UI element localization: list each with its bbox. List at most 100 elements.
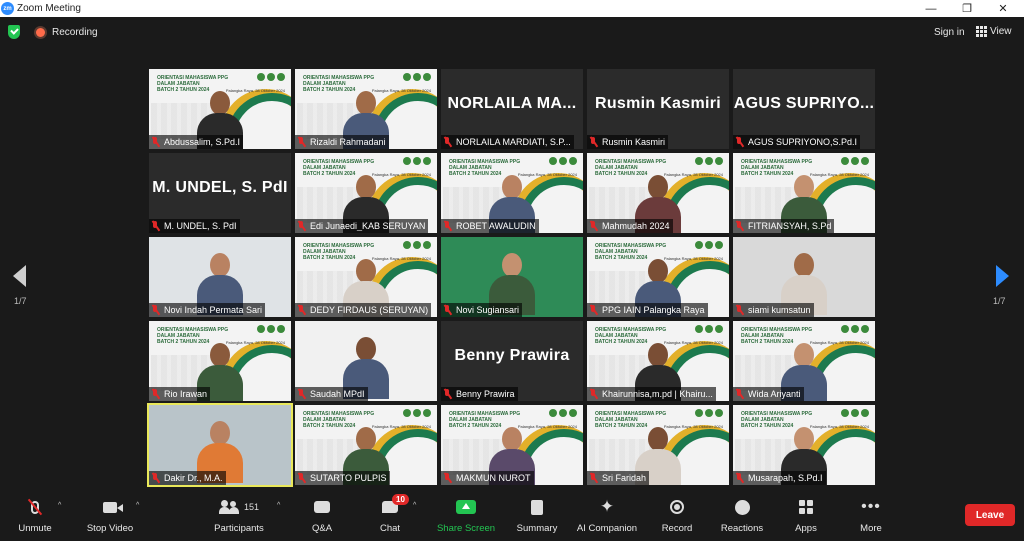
mic-muted-icon [735,473,744,483]
participant-tile[interactable]: ORIENTASI MAHASISWA PPG DALAM JABATAN BAT… [295,153,437,233]
participant-name-bar: Edi Junaedi_KAB SERUYAN [295,219,429,233]
unmute-button[interactable]: Unmute [10,498,60,534]
close-window-button[interactable]: ✕ [986,0,1020,17]
participant-tile[interactable]: ORIENTASI MAHASISWA PPG DALAM JABATAN BAT… [587,237,729,317]
sign-in-button[interactable]: Sign in [934,27,965,38]
record-icon [670,500,684,514]
participant-tile[interactable]: M. UNDEL, S. PdI M. UNDEL, S. PdI [149,153,291,233]
participant-tile[interactable]: ORIENTASI MAHASISWA PPG DALAM JABATAN BAT… [295,405,437,485]
banner-logos [549,157,577,165]
banner-logos [841,325,869,333]
share-screen-button[interactable]: Share Screen [432,498,500,534]
more-button[interactable]: ••• More [852,498,890,535]
participant-name: Saudah MPdI [310,389,365,399]
next-page-arrow-icon[interactable] [996,265,1009,287]
participant-tile[interactable]: ORIENTASI MAHASISWA PPG DALAM JABATAN BAT… [149,69,291,149]
participant-name: SUTARTO PULPIS [310,473,387,483]
participant-name: Mahmudah 2024 [602,221,670,231]
chat-options-caret-icon[interactable]: ^ [413,502,416,509]
mic-muted-icon [151,473,160,483]
ai-companion-button[interactable]: ✦ AI Companion [572,497,642,535]
encryption-shield-icon[interactable] [8,25,20,39]
minimize-button[interactable]: — [914,0,948,17]
mic-muted-icon [443,473,452,483]
video-options-caret-icon[interactable]: ^ [136,502,139,509]
qa-button[interactable]: Q&A [304,498,340,534]
summary-button[interactable]: Summary [512,498,562,534]
participant-tile[interactable]: ORIENTASI MAHASISWA PPG DALAM JABATAN BAT… [733,405,875,485]
participant-tile[interactable]: ORIENTASI MAHASISWA PPG DALAM JABATAN BAT… [295,69,437,149]
reactions-button[interactable]: Reactions [715,498,769,534]
participant-tile[interactable]: NORLAILA MA... NORLAILA MARDIATI, S.P... [441,69,583,149]
banner-logos [257,73,285,81]
mic-muted-icon [297,305,306,315]
participant-tile[interactable]: ORIENTASI MAHASISWA PPG DALAM JABATAN BAT… [733,153,875,233]
mic-muted-icon [443,221,452,231]
audio-options-caret-icon[interactable]: ^ [58,502,61,509]
mic-muted-icon [443,137,452,147]
participant-tile[interactable]: ORIENTASI MAHASISWA PPG DALAM JABATAN BAT… [295,237,437,317]
participant-name: Benny Prawira [456,389,515,399]
mic-muted-icon [735,221,744,231]
participant-tile[interactable]: ORIENTASI MAHASISWA PPG DALAM JABATAN BAT… [733,321,875,401]
banner-logos [403,73,431,81]
summary-document-icon [531,499,543,515]
banner-logos [695,241,723,249]
participant-name: DEDY FIRDAUS (SERUYAN) [310,305,429,315]
participant-tile[interactable]: Rusmin Kasmiri Rusmin Kasmiri [587,69,729,149]
participant-tile[interactable]: ORIENTASI MAHASISWA PPG DALAM JABATAN BAT… [441,153,583,233]
participant-name-bar: DEDY FIRDAUS (SERUYAN) [295,303,432,317]
maximize-button[interactable]: ❐ [950,0,984,17]
leave-button[interactable]: Leave [965,504,1015,526]
banner-logos [841,157,869,165]
participant-name-bar: Saudah MPdI [295,387,368,401]
mic-muted-icon [151,221,160,231]
participants-button[interactable]: 151 Participants [205,498,273,534]
zoom-logo-icon: zm [1,2,14,15]
record-label: Record [661,523,693,534]
participant-name: Dakir Dr., M.A. [164,473,223,483]
close-icon: ✕ [998,3,1008,15]
recording-label[interactable]: Recording [52,27,98,38]
chat-button[interactable]: 10 Chat [370,494,410,534]
reactions-label: Reactions [720,523,764,534]
participant-name-bar: Khairunnisa,m.pd | Khairu... [587,387,716,401]
meeting-top-bar: Recording Sign in View [0,17,1024,48]
summary-label: Summary [516,523,558,534]
participant-tile[interactable]: Dakir Dr., M.A. [147,403,293,487]
apps-button[interactable]: Apps [788,498,824,534]
mic-muted-icon [297,473,306,483]
stop-video-button[interactable]: Stop Video [80,498,140,534]
mic-muted-icon [589,305,598,315]
participant-tile[interactable]: ORIENTASI MAHASISWA PPG DALAM JABATAN BAT… [441,405,583,485]
participant-tile[interactable]: Novi Indah Permata Sari [149,237,291,317]
banner-logos [695,409,723,417]
participant-tile[interactable]: Benny Prawira Benny Prawira [441,321,583,401]
participant-name-bar: NORLAILA MARDIATI, S.P... [441,135,574,149]
participant-name: Rizaldi Rahmadani [310,137,386,147]
recording-dot-icon [36,28,45,37]
participant-name-bar: SUTARTO PULPIS [295,471,390,485]
participant-tile[interactable]: siami kumsatun [733,237,875,317]
record-button[interactable]: Record [656,498,698,534]
participant-name-bar: PPG IAIN Palangka Raya [587,303,708,317]
participants-options-caret-icon[interactable]: ^ [277,502,280,509]
participant-tile[interactable]: ORIENTASI MAHASISWA PPG DALAM JABATAN BAT… [587,321,729,401]
participant-tile[interactable]: Saudah MPdI [295,321,437,401]
participant-name-bar: MAKMUN NUROT [441,471,534,485]
participant-display-name: Rusmin Kasmiri [594,95,721,112]
view-button[interactable]: View [976,26,1012,37]
participant-name: Rio Irawan [164,389,208,399]
qa-icon [314,501,330,513]
ai-sparkle-icon: ✦ [599,497,615,516]
participant-tile[interactable]: ORIENTASI MAHASISWA PPG DALAM JABATAN BAT… [587,405,729,485]
mic-muted-icon [589,389,598,399]
participant-name-bar: M. UNDEL, S. PdI [149,219,240,233]
participant-name: Sri Faridah [602,473,647,483]
participants-label: Participants [214,523,264,534]
participant-tile[interactable]: ORIENTASI MAHASISWA PPG DALAM JABATAN BAT… [587,153,729,233]
previous-page-arrow-icon[interactable] [13,265,26,287]
participant-tile[interactable]: Novi Sugiansari [441,237,583,317]
participant-tile[interactable]: ORIENTASI MAHASISWA PPG DALAM JABATAN BAT… [149,321,291,401]
participant-tile[interactable]: AGUS SUPRIYO... AGUS SUPRIYONO,S.Pd.I [733,69,875,149]
